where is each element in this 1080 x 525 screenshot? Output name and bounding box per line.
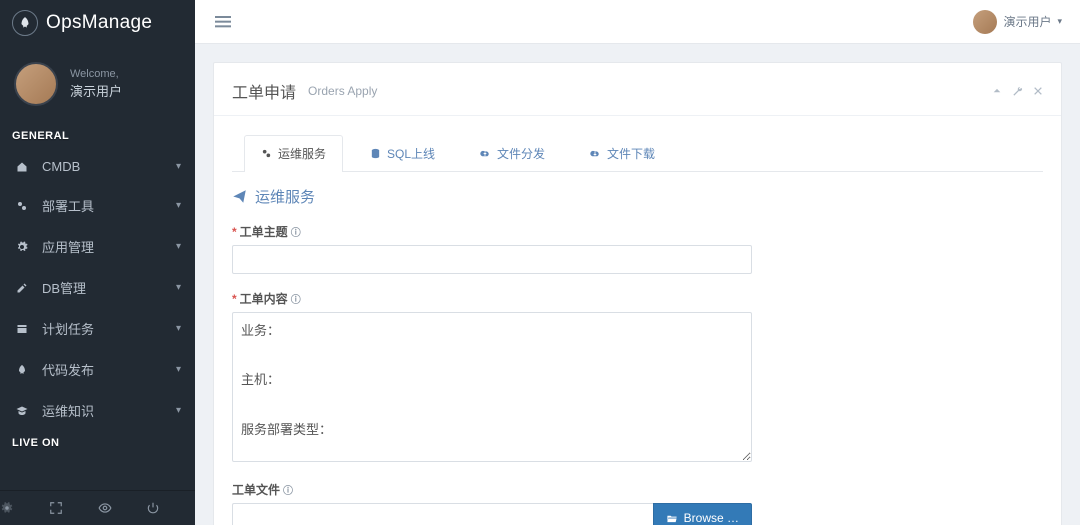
collapse-icon[interactable] (992, 86, 1002, 97)
nav-label: CMDB (42, 159, 80, 174)
tab-label: 文件下载 (607, 145, 655, 162)
chevron-down-icon: ▾ (176, 200, 181, 211)
chevron-down-icon: ▾ (176, 282, 181, 293)
nav-cmdb[interactable]: CMDB ▾ (0, 148, 195, 185)
chevron-down-icon: ▾ (176, 241, 181, 252)
nav-wiki[interactable]: 运维知识 ▾ (0, 390, 195, 431)
paper-plane-icon (232, 189, 247, 204)
field-label: 工单主题 (240, 223, 288, 240)
nav-label: 应用管理 (42, 237, 94, 256)
chevron-down-icon: ▾ (176, 405, 181, 416)
required-mark: * (232, 292, 237, 306)
panel-title: 工单申请 (232, 79, 296, 103)
info-icon[interactable]: ⓘ (291, 224, 301, 239)
tabs: 运维服务 SQL上线 文件分发 文件下载 (232, 134, 1043, 172)
cloud-download-icon (589, 148, 601, 159)
avatar (14, 62, 58, 106)
main: 演示用户 ▾ 工单申请 Orders Apply (195, 0, 1080, 525)
panel-subtitle: Orders Apply (308, 84, 377, 98)
file-path-input[interactable] (232, 503, 653, 525)
brand-text: OpsManage (46, 12, 152, 34)
chevron-down-icon: ▾ (176, 161, 181, 172)
nav-label: 计划任务 (42, 319, 94, 338)
tab-label: 运维服务 (278, 145, 326, 162)
folder-open-icon (666, 513, 678, 524)
rocket-icon (12, 364, 32, 376)
top-user-menu[interactable]: 演示用户 ▾ (973, 10, 1062, 34)
nav-cron[interactable]: 计划任务 ▾ (0, 308, 195, 349)
bottom-toolbar (0, 490, 195, 525)
content-textarea[interactable] (232, 312, 752, 462)
browse-button[interactable]: Browse … (653, 503, 752, 525)
home-icon (12, 161, 32, 173)
power-icon[interactable] (146, 491, 195, 525)
fullscreen-icon[interactable] (49, 491, 98, 525)
nav-label: 部署工具 (42, 196, 94, 215)
chevron-down-icon: ▾ (176, 364, 181, 375)
nav-deploy[interactable]: 部署工具 ▾ (0, 185, 195, 226)
subject-input[interactable] (232, 245, 752, 274)
avatar (973, 10, 997, 34)
tab-file-dist[interactable]: 文件分发 (462, 135, 562, 172)
required-mark: * (232, 225, 237, 239)
wrench-icon[interactable] (1012, 86, 1023, 97)
gear-icon (12, 241, 32, 253)
info-icon[interactable]: ⓘ (291, 291, 301, 306)
info-icon[interactable]: ⓘ (283, 482, 293, 497)
nav-label: DB管理 (42, 278, 86, 297)
edit-icon (12, 282, 32, 294)
field-label: 工单内容 (240, 290, 288, 307)
menu-toggle-icon[interactable] (213, 14, 233, 30)
database-icon (370, 148, 381, 159)
field-content: * 工单内容 ⓘ (232, 290, 752, 465)
tab-ops-service[interactable]: 运维服务 (244, 135, 343, 172)
nav-code[interactable]: 代码发布 ▾ (0, 349, 195, 390)
nav-label: 代码发布 (42, 360, 94, 379)
topbar: 演示用户 ▾ (195, 0, 1080, 44)
top-user-name: 演示用户 (1003, 13, 1051, 30)
nav-db[interactable]: DB管理 ▾ (0, 267, 195, 308)
sidebar-user: Welcome, 演示用户 (0, 48, 195, 124)
chevron-down-icon: ▾ (1057, 16, 1062, 27)
panel-header: 工单申请 Orders Apply (214, 63, 1061, 116)
welcome-user: 演示用户 (70, 83, 122, 101)
section-live: LIVE ON (0, 431, 195, 455)
tab-sql[interactable]: SQL上线 (353, 135, 452, 172)
cloud-upload-icon (479, 148, 491, 159)
rocket-icon (12, 10, 38, 36)
sidebar-nav: CMDB ▾ 部署工具 ▾ 应用管理 ▾ DB管理 ▾ 计划任务 ▾ (0, 148, 195, 431)
sidebar: OpsManage Welcome, 演示用户 GENERAL CMDB ▾ 部… (0, 0, 195, 525)
graduation-cap-icon (12, 405, 32, 417)
brand[interactable]: OpsManage (0, 0, 195, 48)
nav-label: 运维知识 (42, 401, 94, 420)
section-heading: 运维服务 (232, 186, 1043, 207)
close-icon[interactable] (1033, 86, 1043, 97)
field-subject: * 工单主题 ⓘ (232, 223, 752, 274)
tab-label: SQL上线 (387, 145, 435, 162)
chevron-down-icon: ▾ (176, 323, 181, 334)
settings-icon[interactable] (0, 491, 49, 525)
cogs-icon (12, 200, 32, 212)
section-general: GENERAL (0, 124, 195, 148)
field-label: 工单文件 (232, 481, 280, 498)
field-file: 工单文件 ⓘ Browse … (232, 481, 752, 525)
eye-icon[interactable] (98, 491, 147, 525)
cogs-icon (261, 148, 272, 159)
nav-app[interactable]: 应用管理 ▾ (0, 226, 195, 267)
tab-label: 文件分发 (497, 145, 545, 162)
welcome-label: Welcome, (70, 67, 122, 82)
tab-file-down[interactable]: 文件下载 (572, 135, 672, 172)
calendar-icon (12, 323, 32, 335)
panel: 工单申请 Orders Apply 运维服务 (213, 62, 1062, 525)
content: 工单申请 Orders Apply 运维服务 (195, 44, 1080, 525)
